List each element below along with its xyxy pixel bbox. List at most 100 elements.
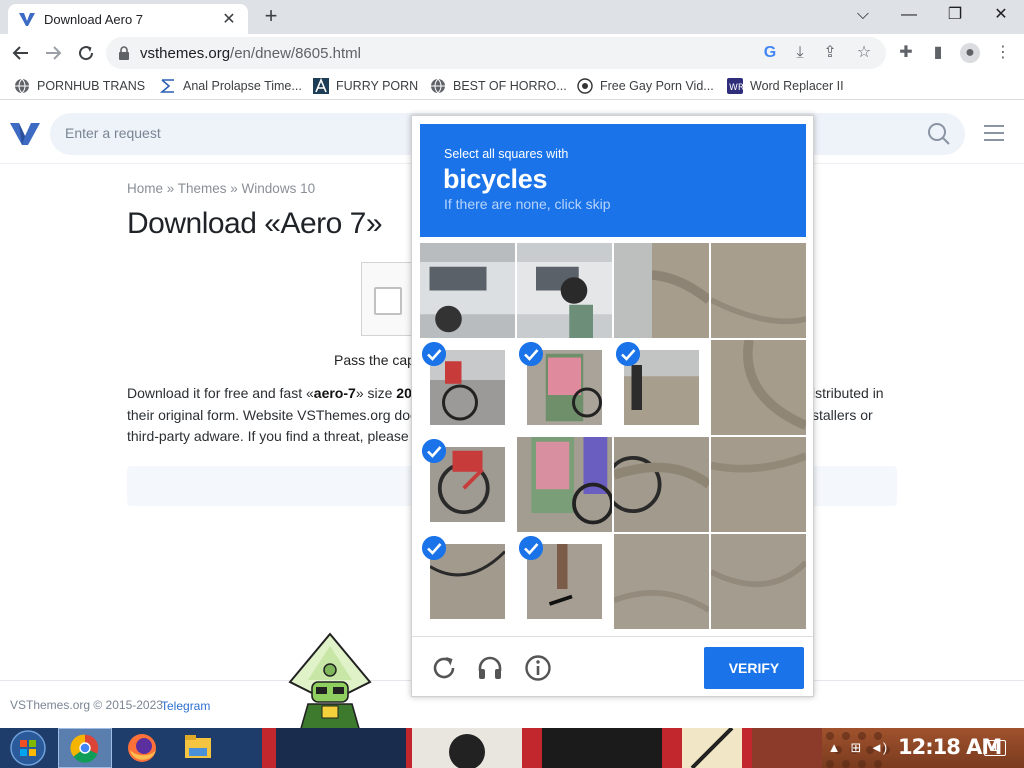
bookmark-item[interactable]: BEST OF HORRO... xyxy=(430,77,567,95)
tile-image xyxy=(711,340,806,435)
tile-image xyxy=(517,243,612,338)
file-explorer-taskbar-button[interactable] xyxy=(172,728,224,768)
description-line: istributed in xyxy=(812,385,884,401)
extensions-puzzle-icon[interactable]: ✚ xyxy=(896,43,916,63)
network-icon[interactable]: ⊞ xyxy=(848,740,864,756)
challenge-tile[interactable] xyxy=(517,437,612,532)
breadcrumb[interactable]: Home » Themes » Windows 10 xyxy=(127,181,315,196)
bookmark-item[interactable]: Anal Prolapse Time... xyxy=(160,77,302,95)
reload-challenge-icon[interactable] xyxy=(430,654,458,682)
forward-arrow-icon xyxy=(46,46,62,60)
challenge-tile[interactable] xyxy=(614,243,709,338)
firefox-taskbar-button[interactable] xyxy=(116,728,168,768)
challenge-tile[interactable] xyxy=(420,340,515,435)
tile-image xyxy=(711,437,806,532)
arrow-logo-icon xyxy=(313,78,329,94)
description-paragraph-right: istributed in stallers or xyxy=(812,383,912,426)
profile-avatar-icon[interactable]: ● xyxy=(960,43,980,63)
bookmark-item[interactable]: PORNHUB TRANS xyxy=(14,77,145,95)
hamburger-menu-icon[interactable] xyxy=(984,125,1004,141)
challenge-tile[interactable] xyxy=(614,437,709,532)
bookmark-item[interactable]: Free Gay Porn Vid... xyxy=(577,77,714,95)
challenge-header: Select all squares with bicycles If ther… xyxy=(420,124,806,237)
search-icon[interactable] xyxy=(927,122,951,146)
google-lens-icon[interactable]: G xyxy=(760,43,780,63)
bookmarks-bar: PORNHUB TRANS Anal Prolapse Time... FURR… xyxy=(0,72,1024,100)
description-line: stallers or xyxy=(812,406,873,423)
challenge-keyword: bicycles xyxy=(443,164,548,194)
challenge-image-grid xyxy=(420,243,806,629)
tab-search-icon[interactable]: ⌵ xyxy=(840,0,886,30)
cartoon-character-sticker xyxy=(288,632,372,732)
svg-text:WR: WR xyxy=(729,83,743,93)
close-window-button[interactable]: ✕ xyxy=(978,0,1024,30)
bookmark-item[interactable]: FURRY PORN xyxy=(313,77,418,95)
footer-copyright: VSThemes.org © 2015-2023 xyxy=(10,698,163,712)
info-icon[interactable] xyxy=(524,654,552,682)
minimize-button[interactable]: — xyxy=(886,0,932,30)
description-paragraph: Download it for free and fast «aero-7» s… xyxy=(127,383,412,448)
bookmark-label: PORNHUB TRANS xyxy=(37,79,146,93)
challenge-tile[interactable] xyxy=(614,340,709,435)
menu-kebab-icon[interactable]: ⋮ xyxy=(993,43,1013,63)
back-button[interactable] xyxy=(8,40,34,66)
challenge-tile[interactable] xyxy=(517,243,612,338)
challenge-tile[interactable] xyxy=(420,243,515,338)
globe-icon xyxy=(15,78,29,94)
challenge-tile[interactable] xyxy=(420,534,515,629)
challenge-tile[interactable] xyxy=(711,534,806,629)
vsthemes-logo-icon[interactable] xyxy=(10,120,40,146)
tile-image xyxy=(711,243,806,338)
reload-button[interactable] xyxy=(73,40,99,66)
vsthemes-favicon-icon xyxy=(19,13,35,26)
tab-strip: Download Aero 7 ✕ + ⌵ — ❐ ✕ xyxy=(0,0,1024,34)
tab-title: Download Aero 7 xyxy=(44,11,144,27)
site-search-placeholder: Enter a request xyxy=(65,125,161,141)
bookmark-label: Anal Prolapse Time... xyxy=(183,79,302,93)
challenge-tile[interactable] xyxy=(711,243,806,338)
tile-selected-checkmark-icon xyxy=(519,536,543,560)
tile-selected-checkmark-icon xyxy=(616,342,640,366)
tile-selected-checkmark-icon xyxy=(422,342,446,366)
restore-button[interactable]: ❐ xyxy=(932,0,978,30)
sigma-icon xyxy=(160,79,174,93)
tile-image xyxy=(420,243,515,338)
badge-icon xyxy=(577,78,593,94)
bookmark-label: FURRY PORN xyxy=(336,79,419,93)
challenge-tile[interactable] xyxy=(711,437,806,532)
challenge-tile[interactable] xyxy=(614,534,709,629)
tile-image xyxy=(614,437,709,532)
bookmark-item[interactable]: WR Word Replacer II xyxy=(727,77,844,95)
challenge-tile[interactable] xyxy=(420,437,515,532)
audio-challenge-icon[interactable] xyxy=(476,654,504,682)
bookmark-star-icon[interactable]: ☆ xyxy=(854,43,874,63)
captcha-challenge-popup: Select all squares with bicycles If ther… xyxy=(411,115,814,697)
bookmark-label: Free Gay Porn Vid... xyxy=(600,79,714,93)
captcha-checkbox[interactable] xyxy=(374,287,402,315)
bookmark-label: Word Replacer II xyxy=(750,79,844,93)
volume-icon[interactable]: ◄) xyxy=(870,740,887,756)
start-button[interactable] xyxy=(2,728,54,768)
chrome-taskbar-button[interactable] xyxy=(58,728,112,768)
notifications-icon[interactable]: 1 xyxy=(984,740,1006,756)
tile-selected-checkmark-icon xyxy=(422,536,446,560)
share-icon[interactable]: ⇪ xyxy=(820,43,840,63)
challenge-tile[interactable] xyxy=(517,340,612,435)
forward-button[interactable] xyxy=(40,40,66,66)
show-hidden-icons-icon[interactable]: ▲ xyxy=(826,740,842,756)
tab-close-icon[interactable]: ✕ xyxy=(220,9,238,29)
challenge-tile[interactable] xyxy=(711,340,806,435)
telegram-link[interactable]: Telegram xyxy=(161,699,210,713)
new-tab-button[interactable]: + xyxy=(258,4,284,30)
tab-active[interactable]: Download Aero 7 ✕ xyxy=(8,4,248,34)
challenge-tile[interactable] xyxy=(517,534,612,629)
side-panel-icon[interactable]: ▮ xyxy=(928,43,948,63)
verify-button[interactable]: VERIFY xyxy=(704,647,804,689)
tile-selected-checkmark-icon xyxy=(519,342,543,366)
challenge-footer: VERIFY xyxy=(412,636,813,697)
lock-icon xyxy=(119,46,129,60)
taskbar-wallpaper-art xyxy=(262,728,822,768)
url-text: vsthemes.org/en/dnew/8605.html xyxy=(140,45,361,62)
address-bar[interactable]: vsthemes.org/en/dnew/8605.html G ⤓ ⇪ ☆ xyxy=(106,37,886,69)
install-app-icon[interactable]: ⤓ xyxy=(790,43,810,63)
